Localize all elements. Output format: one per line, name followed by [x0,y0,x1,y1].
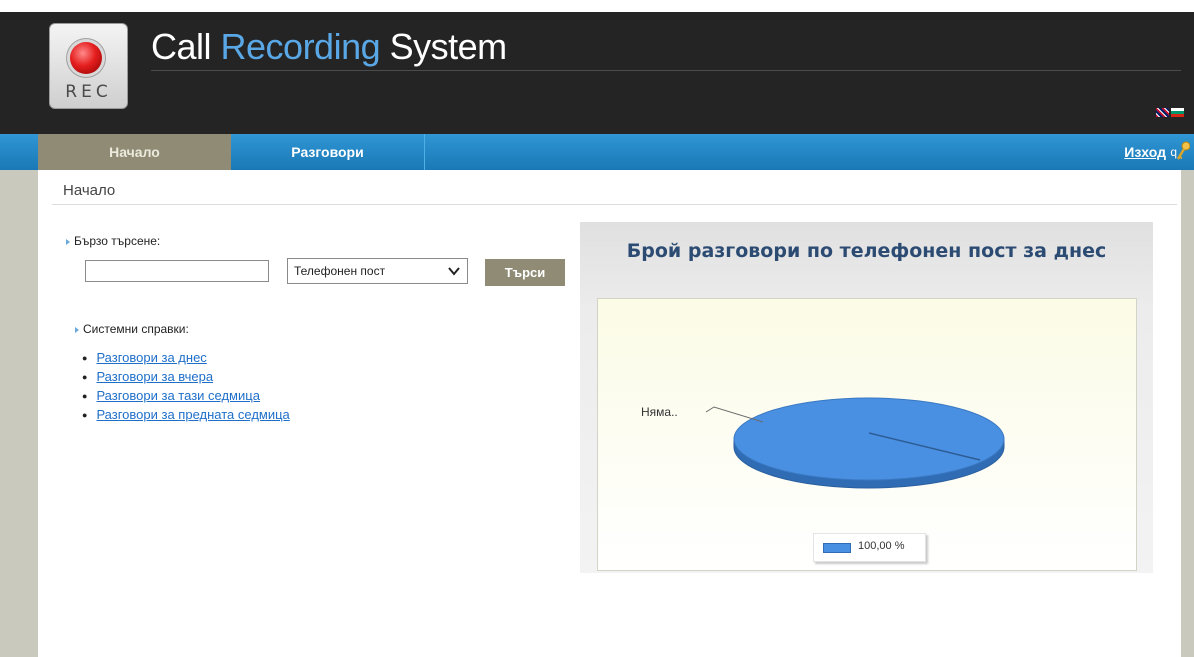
legend-swatch [823,543,851,553]
list-item: Разговори за тази седмица [82,386,290,405]
breadcrumb: Начало [63,182,116,199]
slice-label-leader-0 [705,406,764,423]
system-reports-label: Системни справки: [75,322,189,336]
system-reports-list: Разговори за днес Разговори за вчера Раз… [82,348,290,424]
breadcrumb-divider [52,204,1177,205]
main-nav: Начало Разговори Изход q [0,134,1194,170]
top-margin [0,0,1194,12]
key-icon[interactable] [1176,140,1190,162]
record-dot-icon [70,42,102,74]
title-divider [151,70,1181,71]
report-link-today[interactable]: Разговори за днес [96,350,206,365]
list-item: Разговори за днес [82,348,290,367]
list-item: Разговори за предната седмица [82,405,289,424]
legend-entry: 100,00 % [858,540,905,552]
bullet-arrow-icon [75,326,79,333]
report-link-last-week[interactable]: Разговори за предната седмица [96,407,289,422]
chevron-down-icon [448,267,460,276]
pie-slice-label-0: Няма.. [641,405,678,419]
app-header: REC Call Recording System [0,0,1194,134]
search-button[interactable]: Търси [485,259,565,286]
english-flag-icon[interactable] [1156,108,1169,117]
search-field-select[interactable]: Телефонен пост [287,258,468,284]
pie-chart: Няма.. [641,397,1005,489]
content-panel: Начало Бързо търсене: Телефонен пост Тър… [38,170,1181,657]
chart-panel: Брой разговори по телефонен пост за днес… [580,222,1153,573]
chart-area: Няма.. 100,00 % [597,298,1137,571]
quick-search-label-text: Бързо търсене: [74,234,161,248]
system-reports-label-text: Системни справки: [83,322,189,336]
rec-logo: REC [49,23,128,109]
logo-text: REC [65,82,112,102]
quick-search-label: Бързо търсене: [66,234,160,248]
bullet-arrow-icon [66,238,70,245]
search-field-select-value: Телефонен пост [294,264,386,278]
logout-link[interactable]: Изход [1124,144,1166,160]
chart-legend: 100,00 % [813,533,926,562]
quick-search-input[interactable] [85,260,269,282]
pie-slice-0 [733,397,1005,481]
tab-home[interactable]: Начало [38,134,231,170]
title-part-1: Call [151,26,212,67]
report-link-yesterday[interactable]: Разговори за вчера [96,369,213,384]
language-switcher [1156,108,1184,117]
list-item: Разговори за вчера [82,367,290,386]
title-part-2: Recording [220,26,381,67]
tab-calls[interactable]: Разговори [231,134,425,170]
title-part-3: System [389,26,508,67]
app-title: Call Recording System [151,26,507,68]
chart-title: Брой разговори по телефонен пост за днес [626,240,1107,262]
bulgarian-flag-icon[interactable] [1171,108,1184,117]
report-link-this-week[interactable]: Разговори за тази седмица [96,388,260,403]
